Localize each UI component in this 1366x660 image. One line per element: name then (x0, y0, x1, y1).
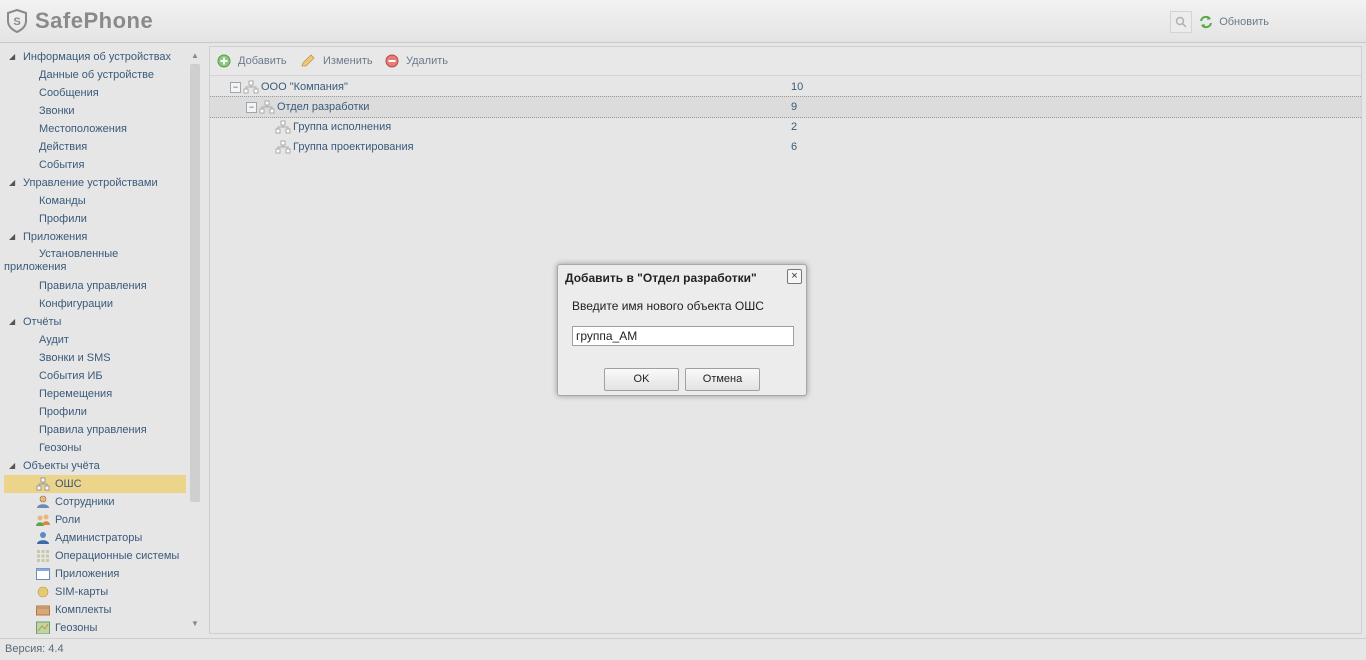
org-structure-icon (36, 477, 50, 491)
shield-logo-icon: S (7, 9, 27, 33)
sidebar-item-calls-sms[interactable]: Звонки и SMS (0, 349, 187, 367)
sidebar-item-audit[interactable]: Аудит (0, 331, 187, 349)
sidebar-item-operating-systems[interactable]: Операционные системы (0, 547, 187, 565)
name-input[interactable] (572, 326, 794, 346)
tree-row-selected[interactable]: − Отдел разработки 9 (210, 96, 1361, 118)
ok-button[interactable]: OK (604, 368, 679, 391)
sidebar-item-device-data[interactable]: Данные об устройстве (0, 66, 187, 84)
sidebar-item-management-rules[interactable]: Правила управления (0, 277, 187, 295)
org-unit-icon (243, 80, 259, 94)
sidebar-item-locations[interactable]: Местоположения (0, 120, 187, 138)
tree-row-name: ООО "Компания" (261, 81, 348, 93)
collapse-triangle-icon: ◢ (9, 461, 16, 470)
sidebar-group-device-info[interactable]: ◢ Информация об устройствах (0, 48, 187, 66)
tree-row[interactable]: − ООО "Компания" 10 (210, 77, 1361, 97)
kit-box-icon (36, 605, 50, 616)
version-label: Версия: 4.4 (5, 643, 64, 655)
sidebar-group-device-management[interactable]: ◢ Управление устройствами (0, 174, 187, 192)
app-logo: S SafePhone (6, 8, 153, 34)
collapse-triangle-icon: ◢ (9, 232, 16, 241)
sidebar-item-geozones[interactable]: Геозоны (0, 619, 187, 634)
sidebar-item-calls[interactable]: Звонки (0, 102, 187, 120)
tree-row-count: 2 (791, 121, 798, 133)
sidebar-item-commands[interactable]: Команды (0, 192, 187, 210)
sim-card-icon (37, 586, 49, 598)
sidebar-group-accounting-objects[interactable]: ◢ Объекты учёта (0, 457, 187, 475)
collapse-toggle-icon[interactable]: − (246, 102, 257, 113)
tree-row-count: 10 (791, 81, 804, 93)
collapse-toggle-icon[interactable]: − (230, 82, 241, 93)
search-icon (1175, 16, 1187, 28)
app-header: S SafePhone Обновить (0, 0, 1366, 43)
sidebar-item-administrators[interactable]: Администраторы (0, 529, 187, 547)
scroll-up-arrow-icon[interactable]: ▲ (188, 50, 202, 62)
sidebar-group-reports[interactable]: ◢ Отчёты (0, 313, 187, 331)
sidebar-item-applications[interactable]: Приложения (0, 565, 187, 583)
svg-text:S: S (13, 16, 20, 28)
refresh-icon (1200, 15, 1213, 29)
tree-row-name: Группа проектирования (293, 141, 414, 153)
delete-button[interactable]: Удалить (385, 54, 448, 68)
sidebar-item-messages[interactable]: Сообщения (0, 84, 187, 102)
tree-row-name: Группа исполнения (293, 121, 392, 133)
sidebar-group-applications[interactable]: ◢ Приложения (0, 228, 187, 246)
sidebar: ◢ Информация об устройствах Данные об уст… (0, 46, 203, 634)
add-button[interactable]: Добавить (217, 54, 287, 68)
sidebar-item-movements[interactable]: Перемещения (0, 385, 187, 403)
sidebar-item-events[interactable]: События (0, 156, 187, 174)
refresh-button[interactable]: Обновить (1198, 14, 1269, 30)
add-dialog: Добавить в "Отдел разработки" × Введите … (557, 264, 807, 396)
tree-row-count: 9 (791, 101, 798, 113)
tree-row-count: 6 (791, 141, 798, 153)
collapse-triangle-icon: ◢ (9, 317, 16, 326)
application-window-icon (36, 568, 50, 580)
sidebar-item-report-geozones[interactable]: Геозоны (0, 439, 187, 457)
sidebar-scrollbar[interactable]: ▲ ▼ (188, 50, 202, 630)
os-grid-icon (37, 550, 49, 562)
collapse-triangle-icon: ◢ (9, 178, 16, 187)
edit-button[interactable]: Изменить (300, 54, 373, 68)
sidebar-item-profiles[interactable]: Профили (0, 210, 187, 228)
dialog-prompt: Введите имя нового объекта ОШС (572, 299, 764, 313)
sidebar-item-configurations[interactable]: Конфигурации (0, 295, 187, 313)
refresh-label: Обновить (1219, 16, 1269, 28)
sidebar-item-installed-apps[interactable]: Установленные приложения (4, 248, 174, 274)
scroll-down-arrow-icon[interactable]: ▼ (188, 618, 202, 630)
tree-row-name: Отдел разработки (277, 101, 370, 113)
status-bar: Версия: 4.4 (0, 638, 1366, 660)
pencil-icon (301, 54, 315, 67)
org-unit-icon (259, 100, 275, 114)
app-title: SafePhone (35, 8, 154, 33)
cancel-button[interactable]: Отмена (685, 368, 760, 391)
sidebar-item-sim-cards[interactable]: SIM-карты (0, 583, 187, 601)
toolbar: Добавить Изменить Удалить (210, 47, 1361, 76)
sidebar-item-kits[interactable]: Комплекты (0, 601, 187, 619)
tree-row[interactable]: Группа исполнения 2 (210, 117, 1361, 137)
org-unit-icon (275, 120, 291, 134)
collapse-triangle-icon: ◢ (9, 52, 16, 61)
geozone-map-icon (36, 621, 50, 634)
delete-icon (385, 54, 399, 68)
org-unit-icon (275, 140, 291, 154)
sidebar-item-roles[interactable]: Роли (0, 511, 187, 529)
close-icon[interactable]: × (787, 269, 802, 284)
sidebar-item-actions[interactable]: Действия (0, 138, 187, 156)
sidebar-item-oshs[interactable]: ОШС (4, 475, 186, 493)
sidebar-item-employees[interactable]: Сотрудники (0, 493, 187, 511)
search-button[interactable] (1170, 11, 1193, 33)
scroll-thumb[interactable] (190, 64, 200, 502)
roles-icon (36, 514, 50, 526)
sidebar-item-security-events[interactable]: События ИБ (0, 367, 187, 385)
employee-icon (37, 495, 49, 508)
add-icon (217, 54, 231, 68)
tree-row[interactable]: Группа проектирования 6 (210, 137, 1361, 157)
sidebar-item-report-profiles[interactable]: Профили (0, 403, 187, 421)
administrator-icon (37, 532, 49, 544)
sidebar-item-report-rules[interactable]: Правила управления (0, 421, 187, 439)
dialog-title: Добавить в "Отдел разработки" (565, 271, 757, 285)
